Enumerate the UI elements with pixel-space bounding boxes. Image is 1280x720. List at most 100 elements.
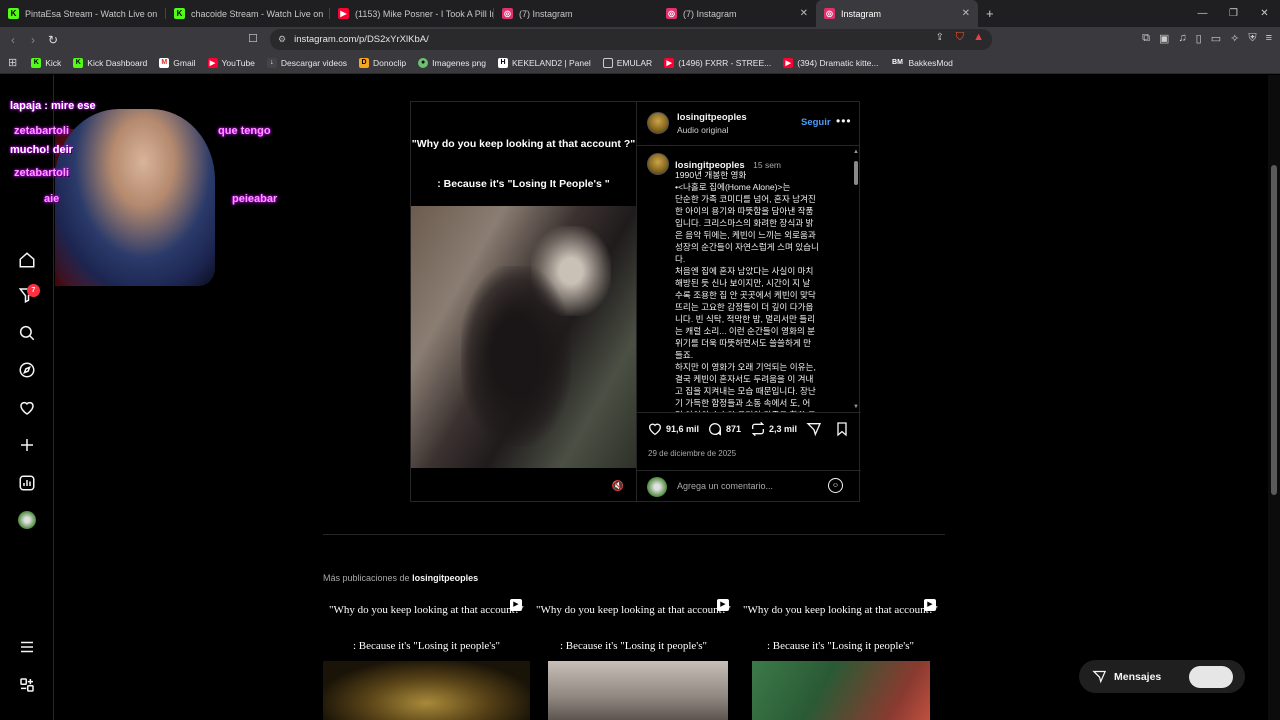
nav-item-create[interactable] <box>17 435 37 455</box>
bookmark-kick-dashboard[interactable]: K Kick Dashboard <box>73 57 147 68</box>
bookmark-donoclip[interactable]: D Donoclip <box>359 57 406 68</box>
reload-icon[interactable]: ↻ <box>43 33 63 47</box>
more-posts-heading: Más publicaciones de losingitpeoples <box>323 573 479 583</box>
forward-icon[interactable]: › <box>23 33 43 47</box>
comment-icon <box>709 423 722 436</box>
like-button[interactable]: 91,6 mil <box>647 421 699 437</box>
sidebar-icon[interactable]: ▯ <box>1196 32 1202 45</box>
comment-count: 871 <box>726 424 742 434</box>
caption-avatar[interactable] <box>647 153 669 175</box>
tab-chacoide[interactable]: K chacoide Stream - Watch Live on <box>166 0 330 27</box>
tab-instagram-2[interactable]: ◎ (7) Instagram ✕ <box>658 0 816 27</box>
share-button[interactable] <box>806 421 825 437</box>
bookmark-fxrr[interactable]: ▶ (1496) FXRR - STREE... <box>664 57 771 68</box>
message-avatars <box>1189 666 1233 688</box>
nav-item-threads[interactable] <box>17 675 37 695</box>
panel-icon: H <box>498 57 508 68</box>
hamburger-icon <box>21 641 33 653</box>
grid-post-1[interactable]: "Why do you keep looking at that account… <box>323 594 530 720</box>
chat-message: lapaja : mire ese <box>10 100 96 112</box>
browser-tab-bar: K PintaEsa Stream - Watch Live on K chac… <box>0 0 1280 27</box>
media-caption-top: "Why do you keep looking at that account… <box>411 138 636 150</box>
vpn-icon[interactable]: ⛨ <box>1248 32 1256 45</box>
youtube-icon: ▶ <box>207 57 218 68</box>
maximize-icon[interactable]: ❐ <box>1218 0 1249 27</box>
brave-shield-icon[interactable]: ⛉ <box>956 31 964 44</box>
back-icon[interactable]: ‹ <box>3 33 23 47</box>
kick-icon: K <box>8 8 19 19</box>
share-icon[interactable]: ⇪ <box>936 32 944 43</box>
nav-item-more[interactable] <box>17 637 37 657</box>
minimize-icon[interactable]: — <box>1187 0 1218 27</box>
nav-item-dashboard[interactable] <box>17 473 37 493</box>
save-button[interactable] <box>834 421 853 437</box>
post-media[interactable]: "Why do you keep looking at that account… <box>411 102 636 501</box>
follow-button[interactable]: Seguir <box>801 117 831 128</box>
reel-icon: ▶ <box>510 599 522 611</box>
bookmark-gmail[interactable]: M Gmail <box>159 57 196 68</box>
user-avatar <box>647 477 667 497</box>
menu-icon[interactable]: ≡ <box>1266 32 1272 45</box>
more-options-icon[interactable]: ••• <box>836 114 852 128</box>
stats-icon <box>19 475 35 491</box>
download-icon: ↓ <box>266 57 277 68</box>
close-window-icon[interactable]: ✕ <box>1249 0 1280 27</box>
bookmark-kick[interactable]: K Kick <box>31 57 61 68</box>
bookmark-emular[interactable]: EMULAR <box>602 57 652 68</box>
emoji-icon[interactable]: ☺ <box>828 478 843 493</box>
comment-input[interactable]: Agrega un comentario... <box>677 481 773 491</box>
extensions-icon[interactable]: ⧉ <box>1142 32 1150 45</box>
post-sidebar: losingitpeoples Audio original Seguir ••… <box>636 102 861 501</box>
tab-instagram-1[interactable]: ◎ (7) Instagram <box>494 0 658 27</box>
url-field[interactable]: ⚙ instagram.com/p/DS2xYrXlKbA/ ⇪ ⛉ ▲ <box>270 29 992 50</box>
nav-item-profile[interactable] <box>17 510 37 530</box>
bookmark-descargar-videos[interactable]: ↓ Descargar videos <box>266 57 347 68</box>
bookmark-imagenes-png[interactable]: ● Imagenes png <box>418 57 486 68</box>
bm-icon: BM <box>892 59 903 66</box>
search-icon <box>19 325 35 341</box>
grid-post-2[interactable]: "Why do you keep looking at that account… <box>530 594 737 720</box>
messages-button[interactable]: Mensajes <box>1079 660 1245 693</box>
more-posts-username[interactable]: losingitpeoples <box>412 573 478 583</box>
gmail-icon: M <box>159 57 170 68</box>
page-scrollbar[interactable] <box>1268 75 1280 720</box>
site-info-icon[interactable]: ⚙ <box>278 34 286 45</box>
bookmark-dramatic-kitten[interactable]: ▶ (394) Dramatic kitte... <box>783 57 879 68</box>
author-avatar[interactable] <box>647 112 669 134</box>
nav-item-search[interactable] <box>17 323 37 343</box>
section-divider <box>323 534 945 535</box>
bookmark-youtube[interactable]: ▶ YouTube <box>207 57 255 68</box>
tab-youtube-mike-posner[interactable]: ▶ (1153) Mike Posner - I Took A Pill In … <box>330 0 494 27</box>
kick-icon: K <box>174 8 185 19</box>
grid-post-3[interactable]: "Why do you keep looking at that account… <box>737 594 944 720</box>
wallet-icon[interactable]: ▭ <box>1211 32 1221 45</box>
close-tab-icon[interactable]: ✕ <box>794 8 808 19</box>
nav-item-notifications[interactable] <box>17 398 37 418</box>
brave-rewards-icon[interactable]: ▲ <box>973 31 984 43</box>
apps-icon[interactable]: ⊞ <box>8 56 17 69</box>
video-frame[interactable] <box>411 206 636 468</box>
leo-icon[interactable]: ✧ <box>1230 32 1239 45</box>
tab-instagram-active[interactable]: ◎ Instagram ✕ <box>816 0 978 27</box>
instagram-icon: ◎ <box>502 8 513 19</box>
comment-button[interactable]: 871 <box>707 421 741 437</box>
bookmark-kekeland2[interactable]: H KEKELAND2 | Panel <box>498 57 591 68</box>
bookmark-icon[interactable]: ☐ <box>248 32 258 45</box>
mute-icon[interactable]: 🔇 <box>609 478 627 496</box>
music-icon[interactable]: ♫ <box>1178 32 1186 45</box>
nav-item-explore[interactable] <box>17 360 37 380</box>
close-tab-icon[interactable]: ✕ <box>956 8 970 19</box>
grid-thumbnail <box>548 661 728 720</box>
repost-button[interactable]: 2,3 mil <box>750 421 797 437</box>
audio-label[interactable]: Audio original <box>677 125 729 135</box>
bookmark-bakkesmod[interactable]: BM BakkesMod <box>891 58 953 68</box>
screenshot-icon[interactable]: ▣ <box>1159 32 1169 45</box>
author-username[interactable]: losingitpeoples <box>677 112 747 123</box>
chat-message: aie <box>44 193 60 205</box>
instagram-icon: ◎ <box>666 8 677 19</box>
caption-scrollbar[interactable]: ▲ ▼ <box>853 149 859 411</box>
new-tab-button[interactable]: + <box>986 6 994 21</box>
address-bar: ‹ › ↻ ☐ ⚙ instagram.com/p/DS2xYrXlKbA/ ⇪… <box>0 27 1280 52</box>
tab-pintaesa[interactable]: K PintaEsa Stream - Watch Live on <box>0 0 166 27</box>
youtube-icon: ▶ <box>664 57 675 68</box>
